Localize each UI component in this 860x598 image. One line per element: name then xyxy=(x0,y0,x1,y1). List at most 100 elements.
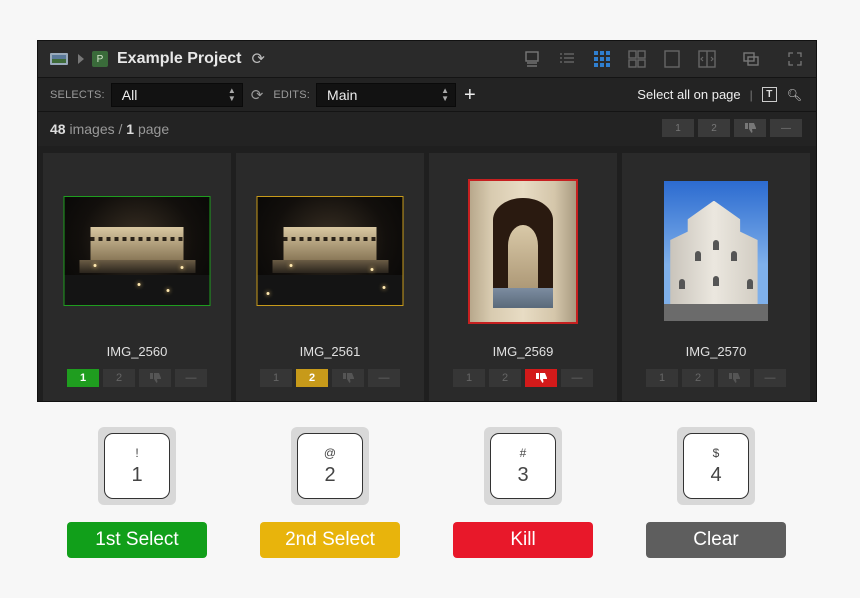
app-window: P Example Project ⟳ SELECTS: All ▲ ▼ ⟳ ED… xyxy=(37,40,817,402)
kill-button[interactable] xyxy=(718,369,750,387)
image-filename: IMG_2561 xyxy=(299,344,361,359)
count-bar: 48 images / 1 page 1 2 — xyxy=(38,112,816,146)
key-symbol: @ xyxy=(323,445,337,460)
image-card[interactable]: IMG_2560 1 2 — xyxy=(43,153,231,401)
selects-label: SELECTS: xyxy=(50,88,105,101)
bulk-first-select-button[interactable]: 1 xyxy=(662,119,694,137)
image-card[interactable]: IMG_2561 1 2 — xyxy=(236,153,424,401)
image-filename: IMG_2569 xyxy=(492,344,554,359)
image-library-icon[interactable] xyxy=(50,53,68,65)
divider: | xyxy=(749,87,753,102)
refresh-icon[interactable]: ⟳ xyxy=(252,49,265,69)
first-select-button[interactable]: 1 xyxy=(646,369,678,387)
edits-label: EDITS: xyxy=(273,88,311,101)
legend-kill: Kill xyxy=(453,522,593,558)
thumbs-down-icon xyxy=(535,373,547,383)
small-grid-view-icon[interactable] xyxy=(593,50,611,68)
thumbnail-grid: IMG_2560 1 2 — IMG_2561 1 2 — IMG_2569 1… xyxy=(43,153,815,401)
list-view-icon[interactable] xyxy=(558,50,576,68)
edits-dropdown[interactable]: Main ▲ ▼ xyxy=(316,82,457,107)
keycap: $4 xyxy=(683,433,749,499)
page-label: page xyxy=(137,121,170,137)
detail-view-icon[interactable] xyxy=(523,50,541,68)
thumbs-down-icon xyxy=(744,123,756,133)
image-card[interactable]: IMG_2570 1 2 — xyxy=(622,153,810,401)
key-2: @2 xyxy=(291,427,369,505)
image-count: 48 xyxy=(50,121,66,137)
image-thumbnail[interactable] xyxy=(468,179,578,324)
kill-button[interactable] xyxy=(525,369,557,387)
second-select-button[interactable]: 2 xyxy=(489,369,521,387)
slash: / xyxy=(118,121,123,137)
first-select-button[interactable]: 1 xyxy=(453,369,485,387)
fullscreen-icon[interactable] xyxy=(786,50,804,68)
key-3: #3 xyxy=(484,427,562,505)
compare-view-icon[interactable] xyxy=(698,50,716,68)
clear-button[interactable]: — xyxy=(561,369,593,387)
bulk-second-select-button[interactable]: 2 xyxy=(698,119,730,137)
kill-button[interactable] xyxy=(139,369,171,387)
search-icon[interactable]: 🔍︎ xyxy=(787,88,802,102)
keycap: #3 xyxy=(490,433,556,499)
add-edit-button[interactable]: + xyxy=(464,85,476,105)
clear-button[interactable]: — xyxy=(175,369,207,387)
overlap-window-icon[interactable] xyxy=(742,50,760,68)
images-label: images xyxy=(69,121,115,137)
image-filename: IMG_2570 xyxy=(685,344,747,359)
select-all-link[interactable]: Select all on page xyxy=(637,87,740,102)
keycap: ! 1 xyxy=(104,433,170,499)
key-number: 3 xyxy=(517,463,529,486)
thumbs-down-icon xyxy=(728,373,740,383)
kill-button[interactable] xyxy=(332,369,364,387)
filter-bar: SELECTS: All ▲ ▼ ⟳ EDITS: Main ▲ ▼ + Selec… xyxy=(38,78,816,112)
rating-buttons: 1 2 — xyxy=(43,369,231,387)
bulk-clear-button[interactable]: — xyxy=(770,119,802,137)
second-select-button[interactable]: 2 xyxy=(682,369,714,387)
edits-value: Main xyxy=(327,86,358,103)
updown-arrow-icon: ▲ ▼ xyxy=(441,85,450,103)
legend-clear: Clear xyxy=(646,522,786,558)
selection-tools: Select all on page | T 🔍︎ xyxy=(637,78,802,111)
single-view-icon[interactable] xyxy=(663,50,681,68)
bulk-rating-buttons: 1 2 — xyxy=(658,119,802,137)
large-grid-view-icon[interactable] xyxy=(628,50,646,68)
key-number: 1 xyxy=(131,463,143,486)
project-icon[interactable]: P xyxy=(92,51,108,67)
first-select-button[interactable]: 1 xyxy=(260,369,292,387)
rating-buttons: 1 2 — xyxy=(622,369,810,387)
rating-buttons: 1 2 — xyxy=(236,369,424,387)
bulk-kill-button[interactable] xyxy=(734,119,766,137)
image-thumbnail[interactable] xyxy=(256,196,404,306)
legend-first-select: 1st Select xyxy=(67,522,207,558)
clear-button[interactable]: — xyxy=(754,369,786,387)
first-select-button[interactable]: 1 xyxy=(67,369,99,387)
project-title: Example Project xyxy=(117,50,242,67)
thumbs-down-icon xyxy=(149,373,161,383)
key-number: 4 xyxy=(710,463,722,486)
title-bar: P Example Project ⟳ xyxy=(38,41,816,78)
clear-button[interactable]: — xyxy=(368,369,400,387)
image-card[interactable]: IMG_2569 1 2 — xyxy=(429,153,617,401)
legend-second-select: 2nd Select xyxy=(260,522,400,558)
updown-arrow-icon: ▲ ▼ xyxy=(227,85,236,103)
key-number: 2 xyxy=(324,463,336,486)
view-toolbar xyxy=(506,41,804,77)
key-symbol: ! xyxy=(135,445,139,460)
image-filename: IMG_2560 xyxy=(106,344,168,359)
chevron-right-icon xyxy=(78,54,84,64)
key-1: ! 1 xyxy=(98,427,176,505)
text-overlay-icon[interactable]: T xyxy=(761,87,777,102)
keycap: @2 xyxy=(297,433,363,499)
refresh-selects-icon[interactable]: ⟳ xyxy=(251,86,264,104)
selects-dropdown[interactable]: All ▲ ▼ xyxy=(110,82,243,107)
image-thumbnail[interactable] xyxy=(63,196,211,306)
key-symbol: $ xyxy=(712,445,720,460)
image-thumbnail[interactable] xyxy=(664,181,768,321)
page-count: 1 xyxy=(126,121,135,137)
key-symbol: # xyxy=(519,445,527,460)
rating-buttons: 1 2 — xyxy=(429,369,617,387)
selects-value: All xyxy=(121,86,138,103)
second-select-button[interactable]: 2 xyxy=(103,369,135,387)
thumbs-down-icon xyxy=(342,373,354,383)
second-select-button[interactable]: 2 xyxy=(296,369,328,387)
